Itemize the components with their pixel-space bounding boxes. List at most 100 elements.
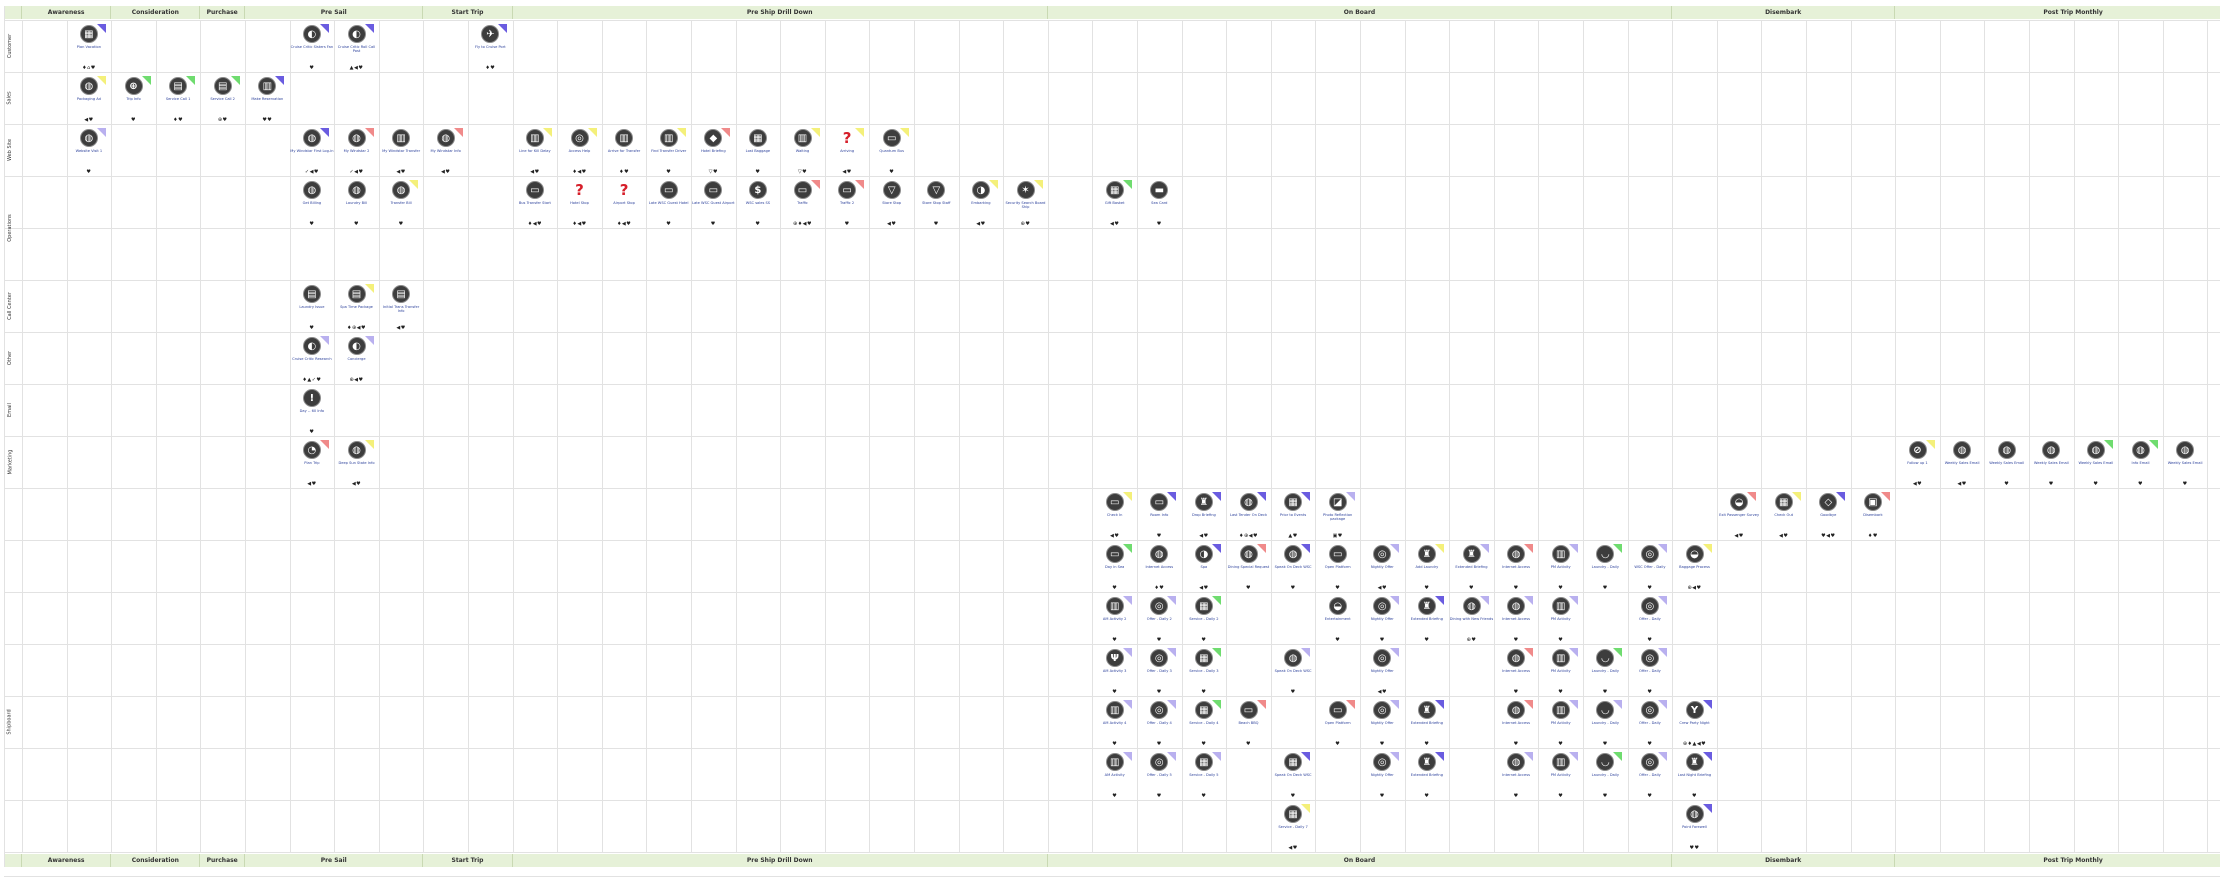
phase-footer-1[interactable]: Consideration	[111, 854, 201, 867]
journey-card-sb2-offer-daily[interactable]: ◎ Offer - Daily ♥	[1628, 596, 1672, 647]
journey-card-sb5-last-night-briefing[interactable]: ♜ Last Night Briefing ♥	[1673, 752, 1717, 803]
journey-card-sb3-nightly-offer[interactable]: ◎ Nightly Offer ◀♥	[1360, 648, 1404, 699]
journey-card-sb-internet-access-2[interactable]: ◍ Internet Access ♥	[1494, 544, 1538, 595]
journey-card-sb-internet-access[interactable]: ◍ Internet Access ♦♥	[1137, 545, 1181, 595]
journey-card-ops-late-hotel-guest-airport[interactable]: ▭ Late WSC Guest Airport ♥	[691, 181, 735, 231]
journey-card-web-arrive-for-transfer[interactable]: ▥ Arrive for Transfer ♦♥	[602, 129, 646, 179]
journey-card-sb2-entertainment[interactable]: ◒ Entertainment ♥	[1316, 597, 1360, 647]
journey-card-sb2-pm-activity[interactable]: ▥ PM Activity ♥	[1539, 596, 1583, 647]
journey-card-sb3-am-activity-3[interactable]: Ψ AM Activity 3 ♥	[1093, 648, 1137, 699]
journey-card-web-lost-baggage[interactable]: ▦ Lost Baggage ♥	[736, 129, 780, 179]
journey-card-sb5-nightly-offer[interactable]: ◎ Nightly Offer ♥	[1360, 752, 1404, 803]
journey-card-web-my-windstar-2[interactable]: ◍ My Windstar 2 ✓◀♥	[335, 128, 379, 179]
journey-card-sb4-internet-access[interactable]: ◍ Internet Access ♥	[1494, 700, 1538, 751]
journey-card-sb5-speak-on-deck-wsc[interactable]: ▦ Speak On Deck WSC ♥	[1271, 752, 1315, 803]
journey-card-email-day-60[interactable]: ! Day -- 60 Info ♥	[290, 389, 334, 439]
journey-card-sales-make-reservation[interactable]: ▥ Make Reservation ♥♥	[245, 76, 289, 127]
journey-card-ops-security-search[interactable]: ✶ Security Search Board Ship ⊕♥	[1004, 180, 1048, 231]
journey-card-mkt-weekly-sales-email-5[interactable]: ◍ Weekly Sales Email ♥	[2163, 441, 2207, 491]
journey-card-sb4-offer-daily-4[interactable]: ◎ Offer - Daily 4 ♥	[1137, 700, 1181, 751]
journey-card-sb2-nightly-offer[interactable]: ◎ Nightly Offer ♥	[1360, 596, 1404, 647]
journey-card-l9-exit-passenger-survey[interactable]: ◒ Exit Passenger Survey ◀♥	[1717, 492, 1761, 543]
journey-card-ops-wsc-sales-ss[interactable]: $ WSC sales SS ♥	[736, 181, 780, 231]
journey-card-mkt-weekly-sales-email-3[interactable]: ◍ Weekly Sales Email ♥	[2029, 441, 2073, 491]
journey-card-l9-drop-briefing[interactable]: ♜ Drop Briefing ◀♥	[1182, 492, 1226, 543]
journey-card-ops-laundry-bill[interactable]: ◍ Laundry Bill ♥	[335, 181, 379, 231]
journey-card-sb-add-laundry[interactable]: ♜ Add Laundry ♥	[1405, 544, 1449, 595]
journey-card-sb5-extended-briefing[interactable]: ♜ Extended Briefing ♥	[1405, 752, 1449, 803]
journey-card-sb6-point-farewell[interactable]: ◍ Point Farewell ♥♥	[1673, 804, 1717, 855]
journey-card-sb4-beach-bbq[interactable]: ▭ Beach BBQ ♥	[1227, 700, 1271, 751]
journey-card-sb2-am-activity-2[interactable]: ▥ AM Activity 2 ♥	[1093, 596, 1137, 647]
journey-card-sb-pm-activity[interactable]: ▥ PM Activity ♥	[1539, 544, 1583, 595]
journey-card-ops-hotel-stop[interactable]: ? Hotel Stop ♦◀♥	[558, 181, 602, 231]
journey-card-ops-bus-transfer-start[interactable]: ▭ Bus Transfer Start ♦◀♥	[513, 181, 557, 231]
journey-card-sb-nightly-offer[interactable]: ◎ Nightly Offer ◀♥	[1360, 544, 1404, 595]
journey-card-sb2-internet-access[interactable]: ◍ Internet Access ♥	[1494, 596, 1538, 647]
journey-card-sb4-open-platform[interactable]: ▭ Open Platform ♥	[1316, 700, 1360, 751]
journey-card-l9-goodbye[interactable]: ◇ Goodbye ♥◀♥	[1806, 492, 1850, 543]
journey-card-ops-airport-stop[interactable]: ? Airport Stop ♦◀♥	[602, 181, 646, 231]
journey-card-sb5-am-activity[interactable]: ▥ AM Activity ♥	[1093, 752, 1137, 803]
journey-card-sb-extended-briefing[interactable]: ♜ Extended Briefing ♥	[1450, 544, 1494, 595]
journey-card-sb-baggage-process[interactable]: ◒ Baggage Process ⊕◀♥	[1673, 544, 1717, 595]
journey-card-web-hotel-briefing[interactable]: ◆ Hotel Briefing ▽♥	[691, 128, 735, 179]
phase-header-8[interactable]: Post Trip Monthly	[1895, 6, 2220, 19]
journey-card-web-line-for-kiosk[interactable]: ▥ Line for Kill Delay ◀♥	[513, 128, 557, 179]
phase-footer-4[interactable]: Start Trip	[423, 854, 513, 867]
journey-card-web-website-visit-1[interactable]: ◍ Website Visit 1 ♥	[67, 128, 111, 179]
journey-card-sales-trip-info[interactable]: ⊕ Trip Info ♥	[112, 76, 156, 127]
journey-card-ops-sea-card[interactable]: ▬ Sea Card ♥	[1137, 181, 1181, 231]
journey-card-sb3-offer-daily[interactable]: ◎ Offer - Daily ♥	[1628, 648, 1672, 699]
journey-card-mkt-deep-sun-state-info[interactable]: ◍ Deep Sun State Info ◀♥	[335, 440, 379, 491]
journey-card-web-find-transfer-driver[interactable]: ▥ Find Transfer Driver ♥	[647, 128, 691, 179]
journey-card-sb4-service-daily-4[interactable]: ▦ Service - Daily 4 ♥	[1182, 700, 1226, 751]
journey-card-sb-laundry-daily[interactable]: ◡ Laundry - Daily ♥	[1583, 544, 1627, 595]
journey-card-l9-prior-to-events[interactable]: ▦ Prior to Events ▲♥	[1271, 492, 1315, 543]
journey-card-l9-photo-reflection-package[interactable]: ◪ Photo Reflection package ▣♥	[1316, 492, 1360, 543]
phase-header-5[interactable]: Pre Ship Drill Down	[512, 6, 1048, 19]
journey-card-web-my-windstar-first-log-in[interactable]: ◍ My Windstar First Log-in ✓◀♥	[290, 128, 334, 179]
journey-card-other-cruise-critic-research[interactable]: ◐ Cruise Critic Research ♦▲✓♥	[290, 336, 334, 387]
journey-card-sb5-laundry-daily[interactable]: ◡ Laundry - Daily ♥	[1583, 752, 1627, 803]
journey-card-sb3-pm-activity[interactable]: ▥ PM Activity ♥	[1539, 648, 1583, 699]
journey-card-sb3-laundry-daily[interactable]: ◡ Laundry - Daily ♥	[1583, 648, 1627, 699]
journey-card-sb-open-platform[interactable]: ▭ Open Platform ♥	[1316, 545, 1360, 595]
journey-card-sb2-offer-daily-2[interactable]: ◎ Offer - Daily 2 ♥	[1137, 596, 1181, 647]
journey-card-sb6-service-daily-7[interactable]: ▦ Service - Daily 7 ◀♥	[1271, 804, 1315, 855]
journey-card-customer-cruise-critic-roll-call[interactable]: ◐ Cruise Critic Roll Call Post ▲◀♥	[335, 24, 379, 75]
phase-footer-6[interactable]: On Board	[1047, 854, 1673, 867]
phase-header-4[interactable]: Start Trip	[423, 6, 513, 19]
journey-card-mkt-plan-trip[interactable]: ◔ Plan Trip ◀♥	[290, 440, 334, 491]
phase-header-0[interactable]: Awareness	[22, 6, 112, 19]
journey-card-sb5-pm-activity[interactable]: ▥ PM Activity ♥	[1539, 752, 1583, 803]
journey-card-mkt-info-email[interactable]: ◍ Info Email ♥	[2119, 440, 2163, 491]
journey-card-customer-fly-to-cruise[interactable]: ✈ Fly to Cruise Port ♦♥	[468, 24, 512, 75]
journey-card-customer-plan-vacation[interactable]: ▦ Plan Vacation ♦⌂♥	[67, 24, 111, 75]
journey-card-web-quantum-bus[interactable]: ▭ Quantum Bus ♥	[870, 128, 914, 179]
phase-header-3[interactable]: Pre Sail	[245, 6, 424, 19]
journey-card-l9-last-tender-on-deck[interactable]: ◍ Last Tender On Deck ♦⊕◀♥	[1227, 492, 1271, 543]
journey-card-sb5-service-daily-5[interactable]: ▦ Service - Daily 5 ♥	[1182, 752, 1226, 803]
phase-header-7[interactable]: Disembark	[1672, 6, 1896, 19]
journey-card-mkt-follow-up-1[interactable]: ⊘ Follow up 1 ◀♥	[1896, 440, 1940, 491]
journey-card-sb-dining-special-request[interactable]: ◍ Dining Special Request ♥	[1227, 544, 1271, 595]
journey-card-web-waiting[interactable]: ▥ Waiting ▽♥	[781, 128, 825, 179]
journey-card-l9-check-out[interactable]: ▦ Check Out ◀♥	[1762, 492, 1806, 543]
journey-card-ops-get-billing[interactable]: ◍ Get Billing ♥	[290, 181, 334, 231]
phase-footer-8[interactable]: Post Trip Monthly	[1895, 854, 2220, 867]
journey-card-sb3-internet-access[interactable]: ◍ Internet Access ♥	[1494, 648, 1538, 699]
journey-card-customer-cruise-critic[interactable]: ◐ Cruise Critic Sisters Fan ♥	[290, 24, 334, 75]
journey-card-ops-late-hotel-guest-hotel[interactable]: ▭ Late WSC Guest Hotel ♥	[647, 181, 691, 231]
phase-header-1[interactable]: Consideration	[111, 6, 201, 19]
journey-card-l9-check-in[interactable]: ▭ Check In ◀♥	[1093, 492, 1137, 543]
phase-footer-7[interactable]: Disembark	[1672, 854, 1896, 867]
journey-card-ops-traffic-2[interactable]: ▭ Traffic 2 ♥	[825, 180, 869, 231]
journey-card-sb4-am-activity-4[interactable]: ▥ AM Activity 4 ♥	[1093, 700, 1137, 751]
journey-card-sb-day-in-sea[interactable]: ▭ Day in Sea ♥	[1093, 544, 1137, 595]
journey-card-web-my-windstar-info[interactable]: ◍ My Windstar Info ◀♥	[424, 128, 468, 179]
journey-card-sb4-pm-activity[interactable]: ▥ PM Activity ♥	[1539, 700, 1583, 751]
phase-footer-2[interactable]: Purchase	[200, 854, 245, 867]
journey-card-sb2-dining-with-new-friends[interactable]: ◍ Dining with New Friends ⊕♥	[1450, 596, 1494, 647]
journey-card-other-concierge[interactable]: ◐ Concierge ⊕◀♥	[335, 336, 379, 387]
